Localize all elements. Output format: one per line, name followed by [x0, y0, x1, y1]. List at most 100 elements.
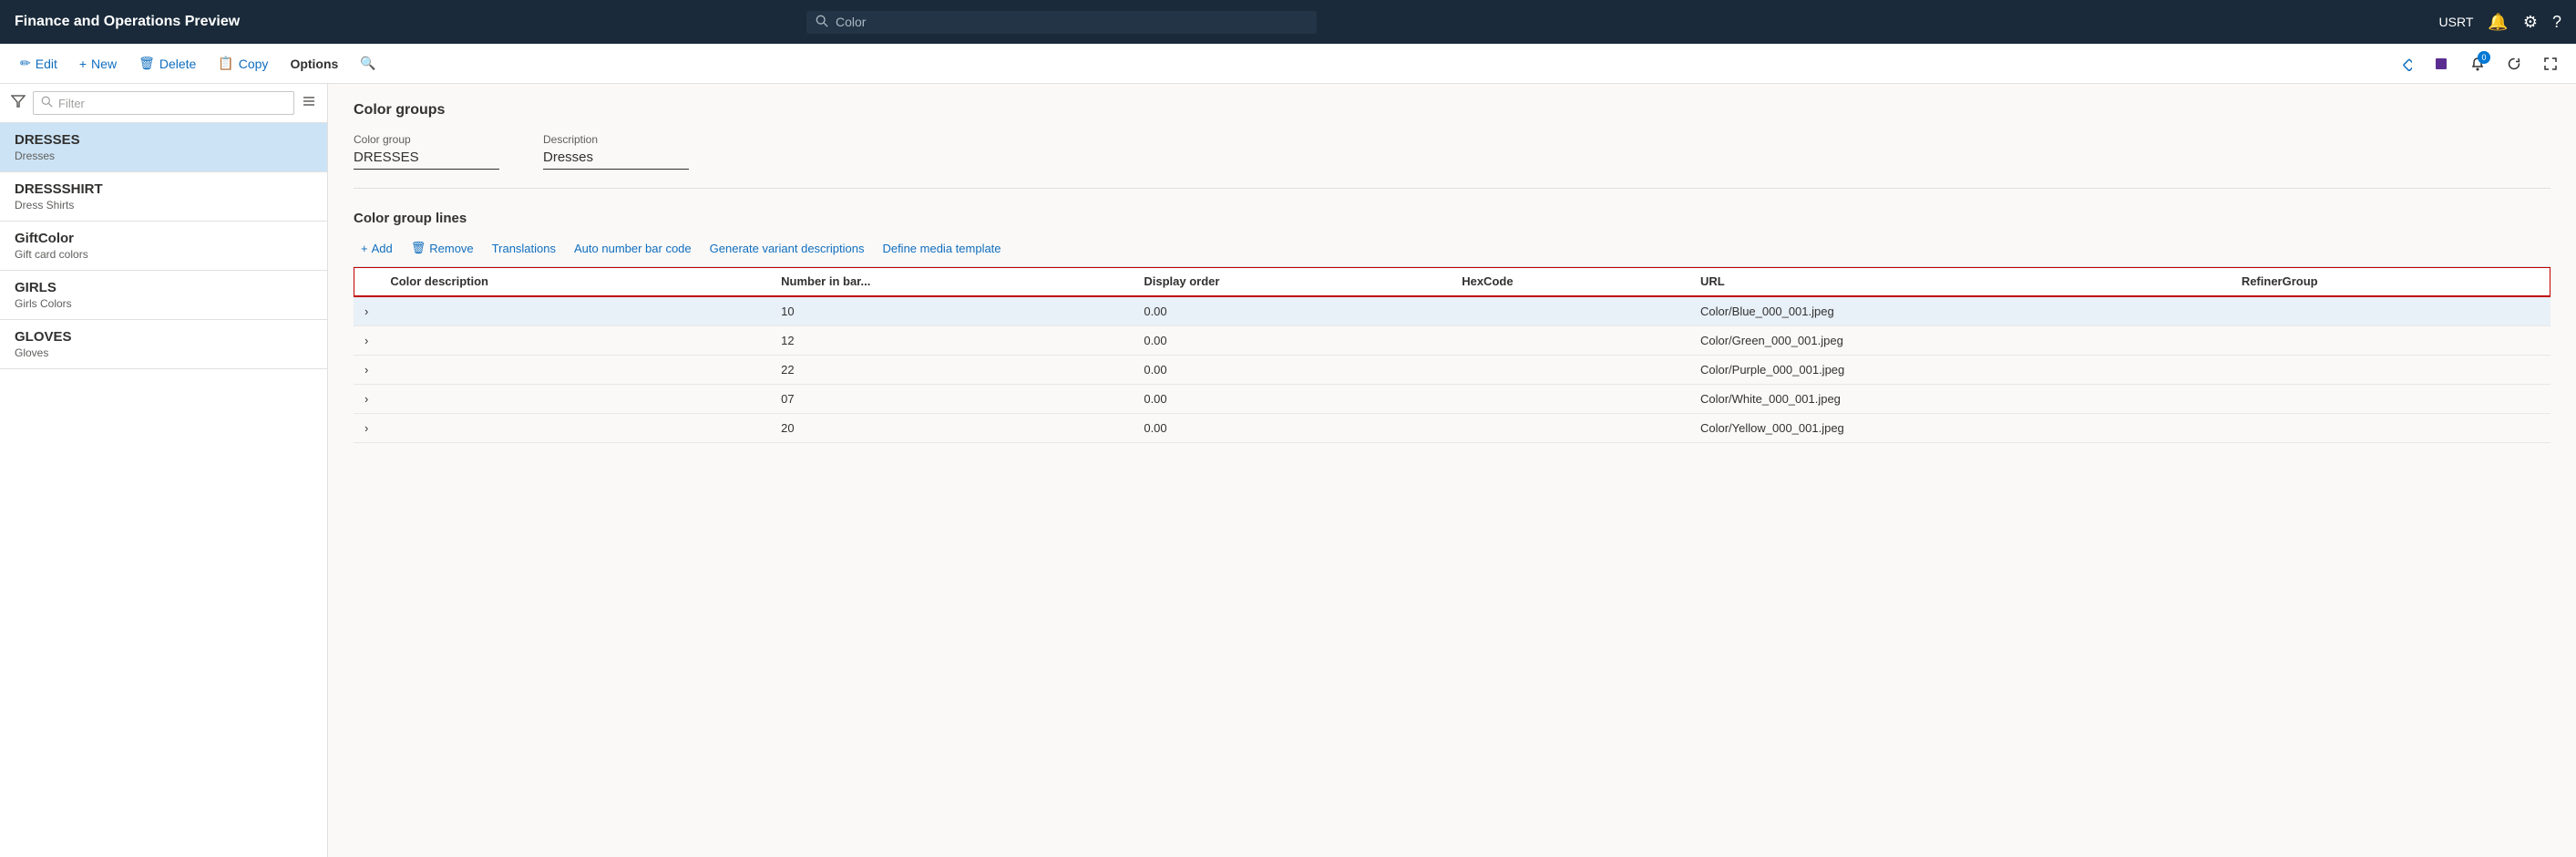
cell-indicator: ›: [354, 326, 379, 356]
app-title: Finance and Operations Preview: [15, 14, 240, 30]
new-button[interactable]: + New: [70, 51, 126, 77]
table-wrapper: Color description Number in bar... Displ…: [354, 267, 2550, 443]
description-label: Description: [543, 133, 689, 146]
description-value[interactable]: Dresses: [543, 150, 689, 170]
filter-icon[interactable]: [11, 94, 26, 113]
hamburger-icon[interactable]: [302, 94, 316, 113]
cell-number-in-bar: 12: [770, 326, 1133, 356]
cell-refiner-group: [2231, 385, 2550, 414]
cell-hexcode: [1451, 356, 1689, 385]
delete-icon: 🗑: [139, 56, 155, 71]
action-bar-right: 0: [2390, 49, 2565, 78]
description-field: Description Dresses: [543, 133, 689, 170]
table-row[interactable]: › 20 0.00 Color/Yellow_000_001.jpeg: [354, 414, 2550, 443]
filter-search-icon: [41, 96, 53, 110]
color-group-value[interactable]: DRESSES: [354, 150, 499, 170]
sidebar-item[interactable]: GLOVES Gloves: [0, 320, 327, 369]
cell-display-order: 0.00: [1133, 326, 1451, 356]
th-number-in-bar[interactable]: Number in bar...: [770, 267, 1133, 296]
lines-title: Color group lines: [354, 211, 2550, 226]
cell-refiner-group: [2231, 356, 2550, 385]
cell-indicator: ›: [354, 356, 379, 385]
search-input[interactable]: [836, 15, 1308, 29]
translations-button[interactable]: Translations: [485, 238, 563, 259]
options-button[interactable]: Options: [281, 51, 347, 77]
remove-button[interactable]: 🗑 Remove: [404, 237, 481, 259]
add-button[interactable]: + Add: [354, 238, 400, 259]
sidebar-tools: [0, 84, 327, 123]
sidebar-item-name: GIRLS: [15, 280, 313, 295]
notification-count-btn[interactable]: 0: [2463, 49, 2492, 78]
th-display-order[interactable]: Display order: [1133, 267, 1451, 296]
edit-button[interactable]: ✏ Edit: [11, 50, 67, 77]
cell-color-description: [379, 414, 770, 443]
generate-variants-button[interactable]: Generate variant descriptions: [703, 238, 872, 259]
form-row: Color group DRESSES Description Dresses: [354, 133, 2550, 189]
notification-badge: 0: [2478, 51, 2490, 64]
table-row[interactable]: › 22 0.00 Color/Purple_000_001.jpeg: [354, 356, 2550, 385]
global-search[interactable]: [806, 11, 1317, 34]
main-layout: DRESSES Dresses DRESSSHIRT Dress Shirts …: [0, 84, 2576, 857]
table-row[interactable]: › 07 0.00 Color/White_000_001.jpeg: [354, 385, 2550, 414]
cell-url: Color/Blue_000_001.jpeg: [1689, 296, 2231, 326]
new-icon: +: [79, 57, 87, 71]
cell-indicator: ›: [354, 385, 379, 414]
cell-refiner-group: [2231, 414, 2550, 443]
notification-icon[interactable]: 🔔: [2488, 13, 2508, 32]
settings-icon[interactable]: ⚙: [2523, 13, 2538, 32]
section-title: Color groups: [354, 102, 2550, 119]
cell-color-description: [379, 296, 770, 326]
sidebar-item[interactable]: GIRLS Girls Colors: [0, 271, 327, 320]
expand-icon-btn[interactable]: [2536, 49, 2565, 78]
th-hexcode[interactable]: HexCode: [1451, 267, 1689, 296]
search-button[interactable]: 🔍: [351, 50, 385, 77]
table-row[interactable]: › 12 0.00 Color/Green_000_001.jpeg: [354, 326, 2550, 356]
cell-color-description: [379, 326, 770, 356]
color-group-field: Color group DRESSES: [354, 133, 499, 170]
th-color-description[interactable]: Color description: [379, 267, 770, 296]
cell-number-in-bar: 10: [770, 296, 1133, 326]
action-bar: ✏ Edit + New 🗑 Delete 📋 Copy Options 🔍: [0, 44, 2576, 84]
th-refiner-group[interactable]: RefinerGroup: [2231, 267, 2550, 296]
search-icon: [816, 15, 828, 30]
cell-number-in-bar: 07: [770, 385, 1133, 414]
refresh-icon-btn[interactable]: [2499, 49, 2529, 78]
define-media-button[interactable]: Define media template: [875, 238, 1008, 259]
cell-url: Color/Yellow_000_001.jpeg: [1689, 414, 2231, 443]
sidebar: DRESSES Dresses DRESSSHIRT Dress Shirts …: [0, 84, 328, 857]
filter-input[interactable]: [58, 97, 286, 110]
cell-url: Color/Purple_000_001.jpeg: [1689, 356, 2231, 385]
cell-hexcode: [1451, 296, 1689, 326]
help-icon[interactable]: ?: [2552, 13, 2561, 32]
sidebar-items-list: DRESSES Dresses DRESSSHIRT Dress Shirts …: [0, 123, 327, 857]
cell-url: Color/Green_000_001.jpeg: [1689, 326, 2231, 356]
cell-display-order: 0.00: [1133, 356, 1451, 385]
sidebar-item[interactable]: DRESSSHIRT Dress Shirts: [0, 172, 327, 222]
copy-button[interactable]: 📋 Copy: [209, 50, 277, 77]
top-nav-right: USRT 🔔 ⚙ ?: [2439, 13, 2561, 32]
diamond-icon-btn[interactable]: [2390, 49, 2419, 78]
sidebar-item[interactable]: DRESSES Dresses: [0, 123, 327, 172]
cell-url: Color/White_000_001.jpeg: [1689, 385, 2231, 414]
th-indicator: [354, 267, 379, 296]
cell-refiner-group: [2231, 326, 2550, 356]
table-body: › 10 0.00 Color/Blue_000_001.jpeg › 12 0…: [354, 296, 2550, 443]
cell-indicator: ›: [354, 414, 379, 443]
search-icon-action: 🔍: [360, 56, 375, 71]
sidebar-item-desc: Gift card colors: [15, 248, 313, 261]
office-icon-btn[interactable]: [2427, 49, 2456, 78]
cell-number-in-bar: 22: [770, 356, 1133, 385]
table-row[interactable]: › 10 0.00 Color/Blue_000_001.jpeg: [354, 296, 2550, 326]
cell-hexcode: [1451, 385, 1689, 414]
remove-icon: 🗑: [411, 241, 426, 255]
delete-button[interactable]: 🗑 Delete: [129, 50, 205, 77]
auto-number-button[interactable]: Auto number bar code: [567, 238, 699, 259]
sidebar-item-name: DRESSES: [15, 132, 313, 148]
cell-number-in-bar: 20: [770, 414, 1133, 443]
color-lines-table: Color description Number in bar... Displ…: [354, 267, 2550, 443]
th-url[interactable]: URL: [1689, 267, 2231, 296]
cell-display-order: 0.00: [1133, 414, 1451, 443]
sidebar-item-name: DRESSSHIRT: [15, 181, 313, 197]
sidebar-filter-box[interactable]: [33, 91, 294, 115]
sidebar-item[interactable]: GiftColor Gift card colors: [0, 222, 327, 271]
